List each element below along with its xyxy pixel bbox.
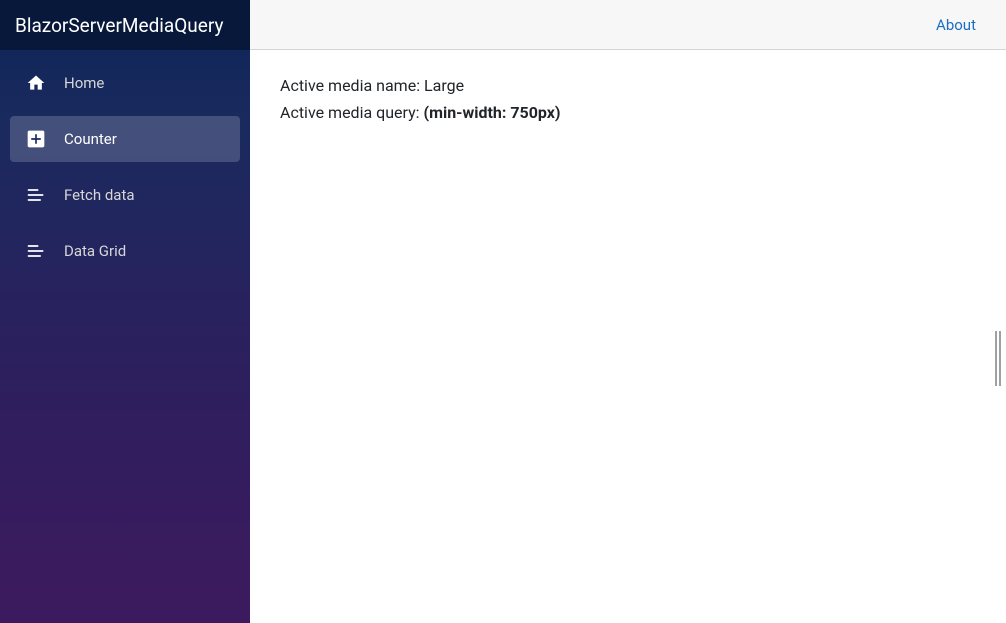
list-icon (26, 241, 46, 261)
main-area: About Active media name: Large Active me… (250, 0, 1006, 623)
nav-item-home[interactable]: Home (10, 60, 240, 106)
about-link[interactable]: About (936, 16, 976, 34)
plus-icon (26, 129, 46, 149)
media-query-label: Active media query: (280, 103, 424, 122)
nav-item-counter[interactable]: Counter (10, 116, 240, 162)
nav-item-label: Data Grid (64, 242, 126, 260)
nav-item-label: Counter (64, 130, 117, 148)
list-icon (26, 185, 46, 205)
nav-item-label: Fetch data (64, 186, 135, 204)
media-name-value: Large (424, 76, 464, 95)
nav-list: Home Counter Fetch data Data Grid (0, 50, 250, 294)
media-name-label: Active media name: (280, 76, 424, 95)
scroll-indicator[interactable] (993, 331, 1003, 386)
media-query-line: Active media query: (min-width: 750px) (280, 99, 976, 126)
media-name-line: Active media name: Large (280, 72, 976, 99)
app-brand: BlazorServerMediaQuery (0, 0, 250, 50)
nav-item-data-grid[interactable]: Data Grid (10, 228, 240, 274)
media-query-value: (min-width: 750px) (424, 103, 561, 122)
home-icon (26, 73, 46, 93)
nav-item-fetch-data[interactable]: Fetch data (10, 172, 240, 218)
topbar: About (250, 0, 1006, 50)
sidebar: BlazorServerMediaQuery Home Counter Fetc… (0, 0, 250, 623)
content: Active media name: Large Active media qu… (250, 50, 1006, 623)
nav-item-label: Home (64, 74, 104, 92)
